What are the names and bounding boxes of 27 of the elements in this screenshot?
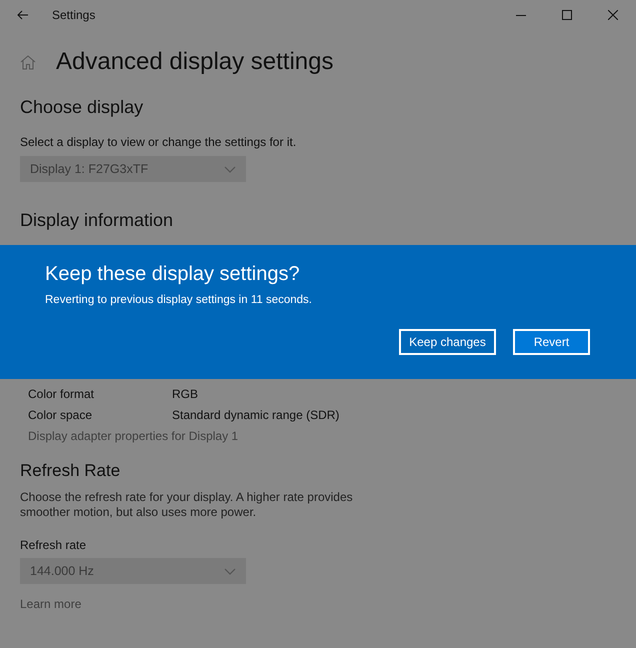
- minimize-icon: [516, 14, 526, 16]
- section-heading: Refresh Rate: [20, 461, 122, 481]
- info-label: Color format: [28, 386, 96, 400]
- back-arrow-icon: [17, 10, 29, 20]
- revert-button[interactable]: Revert: [513, 329, 590, 355]
- info-value: RGB: [172, 386, 198, 400]
- dialog-message: Reverting to previous display settings in 11 seconds.: [45, 294, 313, 306]
- learn-more-link[interactable]: Learn more: [20, 597, 82, 611]
- info-value: Standard dynamic range (SDR): [172, 408, 340, 422]
- display-dropdown[interactable]: Display 1: F27G3xTF: [20, 156, 246, 182]
- section-description: Choose the refresh rate for your display. A higher rate provides smoother motion, but also uses more power.: [20, 490, 354, 520]
- window-title: Settings: [52, 8, 96, 22]
- field-label: Refresh rate: [20, 538, 88, 552]
- page-title: Advanced display settings: [56, 48, 334, 76]
- close-icon: [608, 10, 618, 20]
- section-description: Select a display to view or change the settings for it.: [20, 135, 298, 149]
- refresh-rate-dropdown[interactable]: 144.000 Hz: [20, 558, 246, 584]
- info-label: Color space: [28, 408, 94, 422]
- section-heading: Display information: [20, 210, 174, 231]
- section-heading: Choose display: [20, 97, 144, 118]
- home-icon[interactable]: [20, 54, 36, 70]
- chevron-down-icon: [224, 568, 236, 574]
- adapter-properties-link[interactable]: Display adapter properties for Display 1: [28, 428, 238, 442]
- maximize-icon: [562, 10, 572, 20]
- keep-changes-button[interactable]: Keep changes: [399, 329, 496, 355]
- chevron-down-icon: [224, 166, 236, 172]
- dialog-title: Keep these display settings?: [45, 263, 301, 286]
